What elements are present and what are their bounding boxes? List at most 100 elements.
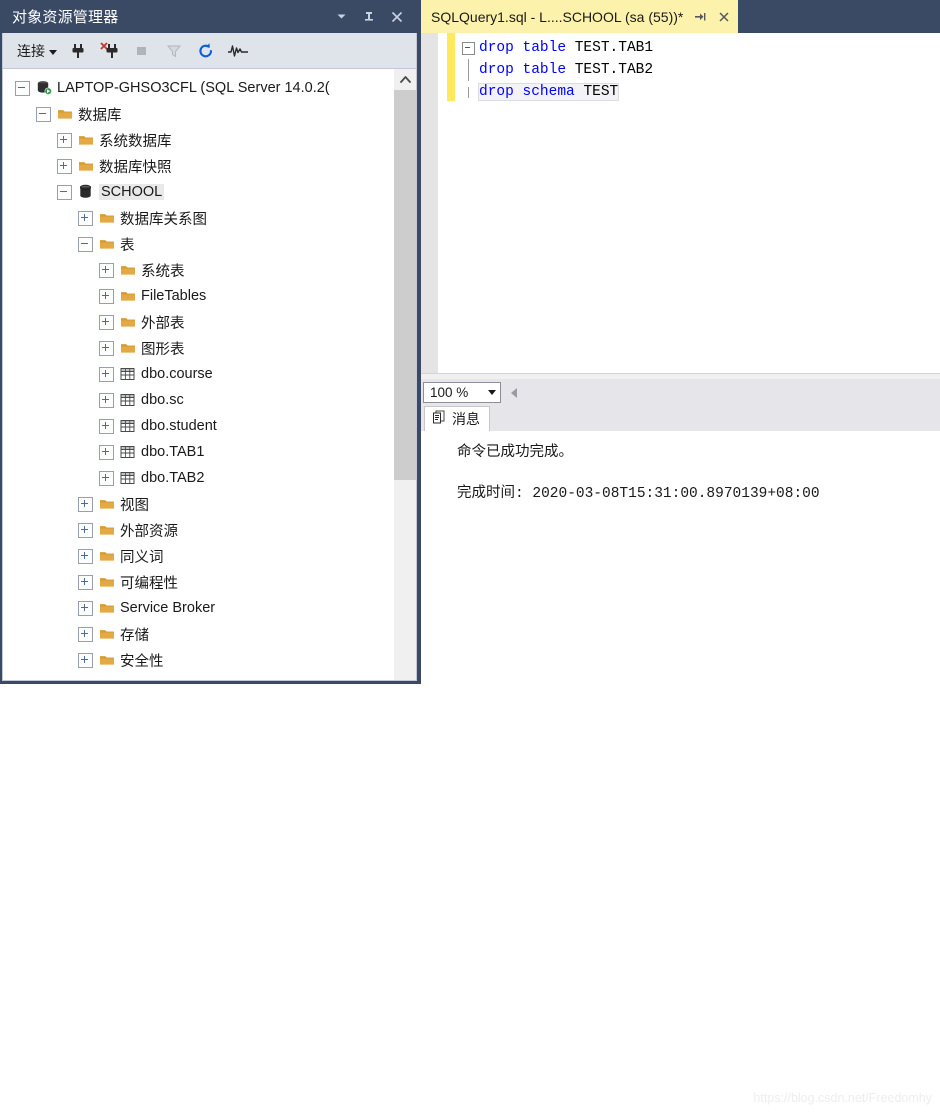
- tree-node[interactable]: LAPTOP-GHSO3CFL (SQL Server 14.0.2(: [3, 75, 394, 101]
- table-icon: [119, 366, 136, 382]
- tree-node-label: SCHOOL: [99, 184, 165, 200]
- tree-node[interactable]: 同义词: [3, 543, 394, 569]
- tree-node[interactable]: 安全性: [3, 647, 394, 673]
- tree-node[interactable]: 数据库: [3, 101, 394, 127]
- folder-icon: [56, 106, 73, 122]
- expand-icon[interactable]: [99, 262, 114, 278]
- splitter-collapse-arrow-icon[interactable]: [511, 387, 517, 398]
- tab-sqlquery1[interactable]: SQLQuery1.sql - L....SCHOOL (sa (55))*: [421, 0, 739, 33]
- dropdown-icon[interactable]: [333, 9, 349, 25]
- scroll-up-arrow-icon[interactable]: [394, 69, 416, 90]
- object-explorer-tree-container: LAPTOP-GHSO3CFL (SQL Server 14.0.2( 数据库系统…: [2, 68, 417, 681]
- tab-messages[interactable]: 消息: [424, 406, 490, 431]
- tree-node[interactable]: Service Broker: [3, 595, 394, 621]
- expand-icon[interactable]: [78, 210, 93, 226]
- tree-node[interactable]: 外部资源: [3, 517, 394, 543]
- filter-icon[interactable]: [163, 40, 185, 62]
- tree-node[interactable]: dbo.TAB2: [3, 465, 394, 491]
- expand-icon[interactable]: [78, 652, 93, 668]
- tree-node-label: 数据库快照: [99, 159, 172, 176]
- tree-node[interactable]: SCHOOL: [3, 179, 394, 205]
- disconnect-icon[interactable]: [99, 40, 121, 62]
- code-fold-guide: [467, 86, 469, 98]
- collapse-icon[interactable]: [15, 80, 30, 96]
- tree-node[interactable]: 表: [3, 231, 394, 257]
- collapse-icon[interactable]: [57, 184, 72, 200]
- expand-icon[interactable]: [99, 444, 114, 460]
- close-tab-icon[interactable]: [716, 9, 731, 24]
- collapse-icon[interactable]: [36, 106, 51, 122]
- refresh-icon[interactable]: [195, 40, 217, 62]
- expand-icon[interactable]: [99, 314, 114, 330]
- tree-node[interactable]: 系统数据库: [3, 127, 394, 153]
- tree-node[interactable]: dbo.course: [3, 361, 394, 387]
- table-icon: [119, 470, 136, 486]
- object-explorer-tree[interactable]: LAPTOP-GHSO3CFL (SQL Server 14.0.2( 数据库系统…: [3, 69, 394, 680]
- pin-tab-icon[interactable]: [692, 9, 707, 24]
- tree-vertical-scrollbar[interactable]: [394, 69, 416, 680]
- expand-icon[interactable]: [99, 392, 114, 408]
- code-line[interactable]: drop table TEST.TAB2: [421, 59, 940, 81]
- folder-icon: [98, 210, 115, 226]
- connect-button[interactable]: 连接: [17, 41, 57, 61]
- editor-zoom-bar: 100 %: [421, 379, 940, 406]
- sql-keyword: drop: [479, 40, 514, 56]
- tree-node-label: 数据库: [78, 107, 122, 124]
- code-collapse-icon[interactable]: [461, 41, 475, 55]
- folder-icon: [119, 288, 136, 304]
- scrollbar-thumb[interactable]: [394, 90, 416, 480]
- sql-code-editor[interactable]: drop table TEST.TAB1 drop table TEST.TAB2…: [421, 33, 940, 373]
- expand-icon[interactable]: [78, 522, 93, 538]
- expand-icon[interactable]: [57, 158, 72, 174]
- folder-icon: [98, 496, 115, 512]
- connect-icon[interactable]: [67, 40, 89, 62]
- zoom-level-select[interactable]: 100 %: [423, 382, 501, 403]
- tree-node-label: dbo.student: [141, 418, 217, 434]
- code-line[interactable]: drop schema TEST: [421, 81, 940, 103]
- tree-node[interactable]: 图形表: [3, 335, 394, 361]
- table-icon: [119, 418, 136, 434]
- sql-identifier: TEST.TAB2: [574, 62, 654, 78]
- object-explorer-panel: 对象资源管理器 连接 LAPTOP-GHSO3CFL (SQL Server 1…: [0, 0, 421, 684]
- expand-icon[interactable]: [99, 470, 114, 486]
- editor-area: SQLQuery1.sql - L....SCHOOL (sa (55))* d…: [421, 0, 940, 1115]
- tree-node[interactable]: dbo.TAB1: [3, 439, 394, 465]
- object-explorer-title-buttons: [333, 9, 417, 25]
- expand-icon[interactable]: [78, 600, 93, 616]
- folder-icon: [119, 340, 136, 356]
- expand-icon[interactable]: [99, 366, 114, 382]
- tree-node[interactable]: 数据库快照: [3, 153, 394, 179]
- messages-pane[interactable]: 命令已成功完成。 完成时间: 2020-03-08T15:31:00.89701…: [421, 431, 940, 1115]
- tree-node[interactable]: 数据库关系图: [3, 205, 394, 231]
- tree-node[interactable]: 系统表: [3, 257, 394, 283]
- activity-monitor-icon[interactable]: [227, 40, 249, 62]
- code-gutter: [461, 86, 475, 98]
- expand-icon[interactable]: [78, 626, 93, 642]
- sql-keyword: schema: [522, 84, 575, 100]
- collapse-icon[interactable]: [78, 236, 93, 252]
- pin-icon[interactable]: [361, 9, 377, 25]
- close-icon[interactable]: [389, 9, 405, 25]
- tree-node[interactable]: 视图: [3, 491, 394, 517]
- sql-keyword: drop: [479, 62, 514, 78]
- expand-icon[interactable]: [78, 574, 93, 590]
- expand-icon[interactable]: [78, 496, 93, 512]
- expand-icon[interactable]: [78, 548, 93, 564]
- tree-node[interactable]: 可编程性: [3, 569, 394, 595]
- tree-node[interactable]: dbo.sc: [3, 387, 394, 413]
- code-text: drop table TEST.TAB2: [479, 62, 653, 78]
- expand-icon[interactable]: [99, 418, 114, 434]
- expand-icon[interactable]: [99, 340, 114, 356]
- tree-node[interactable]: dbo.student: [3, 413, 394, 439]
- table-icon: [119, 444, 136, 460]
- tree-node[interactable]: 存储: [3, 621, 394, 647]
- tree-node-label: 系统数据库: [99, 133, 172, 150]
- tree-node-label: FileTables: [141, 288, 207, 304]
- tree-node-label: dbo.course: [141, 366, 213, 382]
- code-line[interactable]: drop table TEST.TAB1: [421, 37, 940, 59]
- expand-icon[interactable]: [99, 288, 114, 304]
- expand-icon[interactable]: [57, 132, 72, 148]
- tree-node[interactable]: FileTables: [3, 283, 394, 309]
- message-line: 完成时间: 2020-03-08T15:31:00.8970139+08:00: [457, 486, 820, 502]
- tree-node[interactable]: 外部表: [3, 309, 394, 335]
